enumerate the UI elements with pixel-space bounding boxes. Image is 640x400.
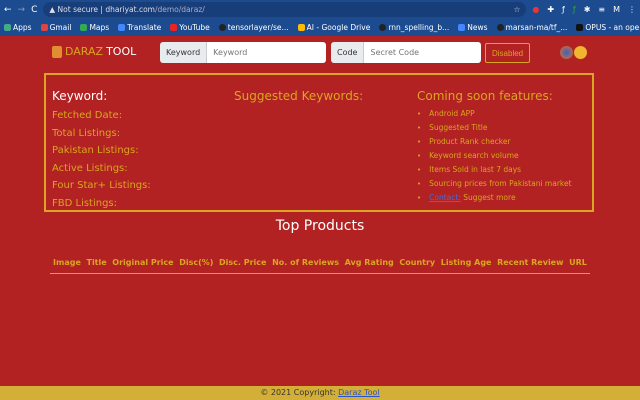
list-item: Suggested Title [417, 121, 572, 135]
coming-soon-heading: Coming soon features: [417, 89, 553, 103]
bookmark-github[interactable]: marsan-ma/tf_... [496, 23, 567, 32]
top-products-title: Top Products [275, 218, 365, 234]
youtube-icon [170, 24, 178, 31]
suggested-column: Suggested Keywords: [234, 89, 363, 107]
warning-icon: ▲ [49, 5, 58, 14]
bookmark-gmail[interactable]: Gmail [40, 23, 71, 32]
code-input-group: Code [331, 42, 481, 63]
code-label: Code [331, 42, 365, 63]
list-item: Sourcing prices from Pakistani market [417, 177, 571, 191]
translate-icon [118, 24, 126, 31]
drive-icon [297, 24, 305, 31]
column-header[interactable]: Image [53, 258, 81, 273]
bookmark-translate[interactable]: Translate [118, 23, 161, 32]
gmail-icon [40, 24, 48, 31]
puzzle-icon[interactable]: ✱ [584, 5, 591, 14]
github-icon [379, 24, 387, 31]
logo-cube-icon [52, 45, 62, 58]
extension-icon[interactable]: ƒ [562, 5, 565, 14]
copyright-text: © 2021 Copyright: [260, 388, 339, 397]
list-item: Contact: Suggest more [417, 191, 572, 205]
suggested-heading: Suggested Keywords: [234, 89, 364, 103]
bookmark-youtube[interactable]: YouTube [170, 23, 210, 32]
logo-text-tool: TOOL [106, 45, 137, 58]
column-header[interactable]: Original Price [112, 258, 173, 273]
list-item: Android APP [417, 107, 572, 121]
products-table-header: Image Title Original Price Disc(%) Disc.… [50, 258, 590, 274]
security-label: Not secure [57, 5, 99, 14]
column-header[interactable]: Recent Review [497, 258, 563, 273]
list-item: Product Rank checker [417, 135, 572, 149]
url-host: dhariyat.com [105, 5, 155, 14]
contact-link[interactable]: Contact: [429, 193, 461, 202]
footer: © 2021 Copyright: Daraz Tool [0, 386, 640, 400]
reading-list-icon[interactable]: ≡ [598, 5, 605, 14]
stat-total-listings: Total Listings: [52, 127, 121, 139]
apps-icon [4, 24, 11, 31]
bookmarks-bar: Apps Gmail Maps Translate YouTube tensor… [0, 19, 640, 36]
bookmark-news[interactable]: News [458, 23, 488, 32]
bookmark-opus[interactable]: OPUS - an ope... [576, 23, 640, 32]
back-icon[interactable]: ← [4, 5, 12, 15]
menu-icon[interactable]: ⋮ [628, 5, 636, 14]
column-header[interactable]: Country [399, 258, 435, 273]
logo-text: DARAZ [65, 45, 104, 58]
reload-icon[interactable]: C [31, 5, 37, 15]
extension-icon[interactable]: ƒ [573, 5, 576, 14]
coming-soon-column: Coming soon features: Android APP Sugges… [417, 89, 572, 205]
stat-active-listings: Active Listings: [52, 162, 128, 174]
list-item: Keyword search volume [417, 149, 572, 163]
stats-panel: Keyword: Fetched Date: Total Listings: P… [44, 73, 594, 212]
code-input[interactable] [364, 42, 481, 63]
keyword-heading: Keyword: [52, 89, 108, 103]
github-icon [218, 24, 226, 31]
footer-link[interactable]: Daraz Tool [338, 388, 380, 397]
browser-chrome: ← → C ▲ Not secure | dhariyat.com/demo/d… [0, 0, 640, 36]
bookmark-drive[interactable]: AI - Google Drive [297, 23, 370, 32]
column-header[interactable]: URL [569, 258, 587, 273]
coin-icon[interactable] [574, 46, 587, 59]
extension-icon[interactable]: ● [532, 5, 539, 14]
forward-icon[interactable]: → [18, 5, 26, 15]
stat-fbd-listings: FBD Listings: [52, 197, 118, 209]
bookmark-github[interactable]: rnn_spelling_b... [379, 23, 449, 32]
github-icon [496, 24, 504, 31]
bookmark-github[interactable]: tensorlayer/se... [218, 23, 289, 32]
stat-four-star-listings: Four Star+ Listings: [52, 180, 151, 191]
column-header[interactable]: Listing Age [441, 258, 492, 273]
site-navbar: DARAZTOOL Keyword Code Disabled [0, 36, 640, 70]
profile-avatar[interactable]: M [613, 5, 620, 14]
feature-list: Android APP Suggested Title Product Rank… [417, 107, 572, 205]
keyword-label: Keyword [160, 42, 208, 63]
bookmark-maps[interactable]: Maps [80, 23, 109, 32]
list-item: Items Sold in last 7 days [417, 163, 572, 177]
bookmark-apps[interactable]: Apps [4, 23, 32, 32]
column-header[interactable]: Title [86, 258, 106, 273]
column-header[interactable]: Disc. Price [219, 258, 266, 273]
maps-icon [80, 24, 88, 31]
url-path: /demo/daraz/ [154, 5, 205, 14]
column-header[interactable]: Avg Rating [345, 258, 394, 273]
site-logo[interactable]: DARAZ TOOL [52, 45, 136, 58]
address-bar[interactable]: ▲ Not secure | dhariyat.com/demo/daraz/ … [43, 2, 527, 17]
opus-icon [576, 24, 584, 31]
stat-fetched-date: Fetched Date: [52, 110, 123, 121]
keyword-input[interactable] [207, 42, 326, 63]
suggest-more-text: Suggest more [460, 193, 516, 202]
extension-icon[interactable]: ✚ [547, 5, 554, 14]
stats-column: Keyword: Fetched Date: Total Listings: P… [52, 89, 151, 212]
firefox-icon[interactable] [560, 46, 573, 59]
column-header[interactable]: Disc(%) [179, 258, 213, 273]
stat-pakistan-listings: Pakistan Listings: [52, 145, 139, 156]
column-header[interactable]: No. of Reviews [272, 258, 339, 273]
keyword-input-group: Keyword [160, 42, 326, 63]
news-icon [458, 24, 466, 31]
star-icon[interactable]: ☆ [514, 5, 521, 14]
disabled-button[interactable]: Disabled [485, 43, 531, 63]
